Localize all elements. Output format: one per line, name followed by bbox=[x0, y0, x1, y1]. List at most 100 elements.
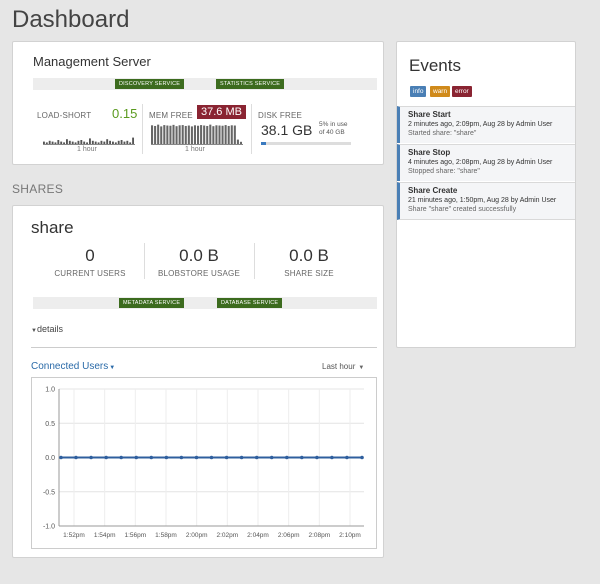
details-toggle[interactable]: ▼details bbox=[31, 324, 63, 334]
load-time-label: 1 hour bbox=[77, 146, 97, 153]
mem-spark-bar bbox=[206, 125, 209, 144]
x-tick-label: 1:58pm bbox=[155, 532, 177, 539]
discovery-service-badge: DISCOVERY SERVICE bbox=[115, 79, 185, 89]
share-title: share bbox=[31, 218, 74, 237]
event-title: Share Create bbox=[408, 186, 458, 195]
stat-share-size: 0.0 B SHARE SIZE bbox=[254, 246, 364, 278]
mem-spark-bar bbox=[212, 126, 215, 144]
data-point bbox=[134, 455, 139, 460]
data-point bbox=[104, 455, 108, 460]
x-tick-label: 2:10pm bbox=[339, 532, 361, 539]
mem-spark-bar bbox=[178, 125, 181, 144]
disk-usage-percent: 5% in use bbox=[319, 121, 348, 128]
mem-spark-bar bbox=[184, 125, 187, 144]
page-title: Dashboard bbox=[12, 6, 130, 33]
load-short-label: LOAD-SHORT bbox=[37, 111, 92, 120]
y-tick-label: 0.0 bbox=[45, 455, 55, 462]
y-tick-label: 0.5 bbox=[45, 421, 55, 428]
mem-sparkline bbox=[151, 124, 242, 144]
event-title: Share Start bbox=[408, 110, 451, 119]
mem-spark-bar bbox=[190, 126, 193, 144]
time-range-label: Last hour bbox=[322, 362, 356, 371]
data-point bbox=[360, 455, 364, 460]
mem-spark-bar bbox=[154, 125, 157, 144]
y-tick-label: -0.5 bbox=[43, 489, 55, 496]
event-item[interactable]: Share Stop 4 minutes ago, 2:08pm, Aug 28… bbox=[397, 144, 575, 181]
caret-down-icon: ▼ bbox=[358, 365, 365, 371]
mem-spark-bar bbox=[151, 125, 154, 144]
events-panel: Events info warn error Share Start 2 min… bbox=[396, 41, 576, 348]
load-short-value: 0.15 bbox=[112, 106, 138, 121]
chart-metric-selector[interactable]: Connected Users▼ bbox=[31, 361, 115, 372]
data-point bbox=[239, 455, 244, 460]
share-size-label: SHARE SIZE bbox=[284, 269, 334, 278]
data-point bbox=[164, 455, 169, 460]
warn-filter-badge[interactable]: warn bbox=[430, 86, 451, 97]
stat-blobstore-usage: 0.0 B BLOBSTORE USAGE bbox=[144, 246, 254, 278]
share-panel: share 0 CURRENT USERS 0.0 B BLOBSTORE US… bbox=[12, 205, 384, 558]
mem-spark-bar bbox=[227, 125, 230, 144]
data-point bbox=[59, 455, 63, 460]
caret-down-icon: ▼ bbox=[109, 365, 116, 371]
x-tick-label: 1:52pm bbox=[63, 532, 85, 539]
disk-usage-total: of 40 GB bbox=[319, 129, 345, 136]
data-point bbox=[89, 455, 93, 460]
x-tick-label: 1:56pm bbox=[124, 532, 146, 539]
mem-spark-bar bbox=[163, 125, 166, 144]
data-point bbox=[285, 455, 289, 460]
load-sparkline bbox=[43, 137, 135, 144]
mem-spark-bar bbox=[203, 125, 206, 144]
y-tick-label: -1.0 bbox=[43, 524, 55, 531]
blobstore-usage-value: 0.0 B bbox=[179, 246, 219, 265]
event-item[interactable]: Share Start 2 minutes ago, 2:09pm, Aug 2… bbox=[397, 106, 575, 143]
event-item[interactable]: Share Create 21 minutes ago, 1:50pm, Aug… bbox=[397, 182, 575, 220]
error-filter-badge[interactable]: error bbox=[452, 86, 472, 97]
mem-spark-bar bbox=[175, 126, 178, 144]
mem-spark-bar bbox=[209, 124, 212, 144]
mem-spark-bar bbox=[215, 125, 218, 144]
mem-spark-bar bbox=[157, 124, 160, 144]
connected-users-chart: 1.0 0.5 0.0 -0.5 -1.0 1:52pm 1:54pm 1:56pm 1:58p… bbox=[31, 377, 377, 549]
mem-spark-bar bbox=[218, 125, 221, 144]
event-description: Started share: "share" bbox=[408, 130, 477, 137]
mem-free-value: 37.6 MB bbox=[197, 105, 246, 119]
x-tick-label: 2:06pm bbox=[278, 532, 300, 539]
data-point bbox=[74, 455, 78, 460]
event-time: 21 minutes ago, 1:50pm, Aug 28 by Admin … bbox=[408, 197, 557, 204]
event-filters: info warn error bbox=[410, 86, 490, 97]
data-point bbox=[194, 455, 199, 460]
database-service-badge: DATABASE SERVICE bbox=[217, 298, 283, 308]
mem-time-label: 1 hour bbox=[185, 146, 205, 153]
details-label: details bbox=[36, 324, 63, 334]
mem-spark-bar bbox=[200, 125, 203, 144]
metadata-service-badge: METADATA SERVICE bbox=[119, 298, 185, 308]
time-range-selector[interactable]: Last hour ▼ bbox=[322, 362, 364, 371]
y-tick-label: 1.0 bbox=[45, 387, 55, 394]
data-point bbox=[209, 455, 214, 460]
events-title: Events bbox=[409, 56, 461, 75]
x-tick-label: 2:02pm bbox=[216, 532, 238, 539]
data-point bbox=[300, 455, 304, 460]
mem-free-label: MEM FREE bbox=[149, 111, 193, 120]
disk-usage-bar bbox=[261, 142, 351, 145]
event-time: 4 minutes ago, 2:08pm, Aug 28 by Admin U… bbox=[408, 159, 553, 166]
statistics-service-badge: STATISTICS SERVICE bbox=[216, 79, 285, 89]
mem-spark-bar bbox=[233, 125, 236, 144]
chart-metric-label: Connected Users bbox=[31, 361, 109, 372]
mem-spark-bar bbox=[221, 125, 224, 144]
event-description: Stopped share: "share" bbox=[408, 168, 480, 175]
disk-free-label: DISK FREE bbox=[258, 111, 303, 120]
event-time: 2 minutes ago, 2:09pm, Aug 28 by Admin U… bbox=[408, 121, 553, 128]
data-point bbox=[254, 455, 259, 460]
management-server-panel: Management Server DISCOVERY SERVICE STAT… bbox=[12, 41, 384, 165]
current-users-value: 0 bbox=[85, 246, 95, 265]
mem-spark-bar bbox=[230, 125, 233, 144]
management-server-title: Management Server bbox=[33, 54, 151, 69]
metric-divider bbox=[251, 104, 252, 154]
info-filter-badge[interactable]: info bbox=[410, 86, 427, 97]
management-services-bar: DISCOVERY SERVICE STATISTICS SERVICE bbox=[33, 78, 377, 90]
mem-spark-bar bbox=[160, 126, 163, 144]
mem-spark-bar bbox=[197, 125, 200, 144]
stat-current-users: 0 CURRENT USERS bbox=[33, 246, 147, 278]
current-users-label: CURRENT USERS bbox=[54, 269, 126, 278]
